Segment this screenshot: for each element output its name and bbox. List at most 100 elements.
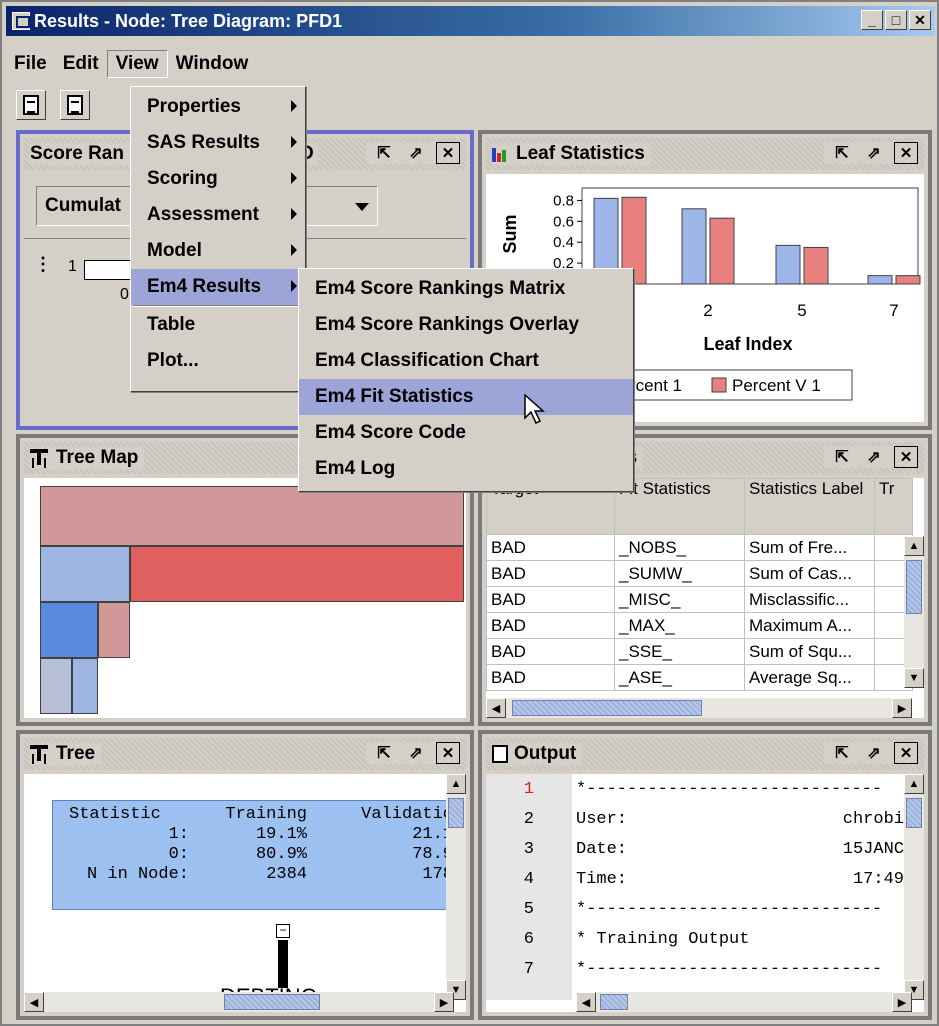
scroll-right-icon[interactable]: ▶ [892,698,912,718]
close-panel-icon[interactable]: ✕ [436,742,460,764]
minimize-button[interactable]: _ [861,10,883,30]
submenu-item-fit-statistics[interactable]: Em4 Fit Statistics [299,379,633,415]
bar [775,244,801,285]
maximize-button[interactable]: □ [885,10,907,30]
vertical-scrollbar[interactable]: ▲ ▼ [904,774,924,1000]
properties-tool-button[interactable] [16,90,46,120]
menu-item-table[interactable]: Table [131,307,305,343]
menu-view[interactable]: View [106,50,168,78]
table-row[interactable]: BAD _NOBS_ Sum of Fre... [486,534,913,561]
scroll-up-icon[interactable]: ▲ [446,774,466,794]
output-icon [492,745,508,763]
cell: BAD [486,638,615,665]
treemap-node[interactable] [98,602,130,658]
undock-icon[interactable]: ⇱ [830,446,854,468]
undock-icon[interactable]: ⇱ [830,142,854,164]
y-tick-label: 0.4 [553,234,574,251]
treemap-node[interactable] [40,546,130,602]
maximize-panel-icon[interactable]: ⇗ [404,142,428,164]
scroll-thumb[interactable] [906,798,922,828]
scroll-thumb[interactable] [600,994,628,1010]
close-button[interactable]: ✕ [909,10,931,30]
tree-row-value: 80.9% [255,845,307,864]
maximize-panel-icon[interactable]: ⇗ [862,142,886,164]
scroll-left-icon[interactable]: ◀ [24,992,44,1012]
menu-item-label: Properties [147,96,241,117]
treemap-node[interactable] [130,546,464,602]
treemap-node[interactable] [40,602,98,658]
x-tick-label: 7 [889,301,898,320]
undock-icon[interactable]: ⇱ [830,742,854,764]
tree-node[interactable]: Statistic Training Validatio 1: 19.1% 21… [52,800,453,910]
output-text[interactable]: 1 *----------------------------- 2 User: ch… [486,780,908,990]
menu-item-label: Model [147,240,202,261]
panel-title: Score Ran [30,143,124,164]
maximize-panel-icon[interactable]: ⇗ [862,742,886,764]
close-panel-icon[interactable]: ✕ [894,142,918,164]
submenu-item[interactable]: Em4 Log [299,451,633,487]
scroll-up-icon[interactable]: ▲ [904,536,924,556]
cell: _MAX_ [614,612,745,639]
undock-icon[interactable]: ⇱ [372,142,396,164]
collapse-toggle[interactable]: − [276,924,290,938]
scroll-thumb[interactable] [906,560,922,614]
tree-row-label: 0: [168,845,189,864]
scroll-left-icon[interactable]: ◀ [486,698,506,718]
horizontal-scrollbar[interactable]: ◀ ▶ [576,992,912,1012]
scroll-right-icon[interactable]: ▶ [434,992,454,1012]
menu-item-em4-results[interactable]: Em4 Results [131,269,305,305]
submenu-item[interactable]: Em4 Score Rankings Overlay [299,307,633,343]
menu-file[interactable]: File [6,51,55,77]
table-row[interactable]: BAD _SUMW_ Sum of Cas... [486,560,913,587]
menu-item-plot[interactable]: Plot... [131,343,305,379]
table-row[interactable]: BAD _ASE_ Average Sq... [486,664,913,691]
submenu-item[interactable]: Em4 Classification Chart [299,343,633,379]
maximize-panel-icon[interactable]: ⇗ [404,742,428,764]
treemap-node[interactable] [72,658,98,714]
scroll-thumb[interactable] [224,994,320,1010]
scroll-right-icon[interactable]: ▶ [892,992,912,1012]
submenu-item[interactable]: Em4 Score Rankings Matrix [299,271,633,307]
column-header[interactable]: Statistics Label [744,478,875,535]
tree-header: Statistic [69,805,161,824]
close-panel-icon[interactable]: ✕ [436,142,460,164]
treemap-root-node[interactable] [40,486,464,546]
scroll-up-icon[interactable]: ▲ [904,774,924,794]
column-header[interactable]: Tr [874,478,913,535]
undock-icon[interactable]: ⇱ [372,742,396,764]
vertical-scrollbar[interactable]: ▲ ▼ [904,536,924,688]
line-text: User: [576,810,628,829]
menu-edit[interactable]: Edit [55,51,107,77]
line-text: Time: [576,870,628,889]
table-row[interactable]: BAD _MISC_ Misclassific... [486,586,913,613]
horizontal-scrollbar[interactable]: ◀ ▶ [24,992,454,1012]
line-text: *----------------------------- [576,900,883,919]
menu-item-scoring[interactable]: Scoring [131,161,305,197]
app-icon [12,12,30,30]
menu-window[interactable]: Window [168,51,257,77]
table-row[interactable]: BAD _SSE_ Sum of Squ... [486,638,913,665]
treemap-node[interactable] [40,658,72,714]
scroll-left-icon[interactable]: ◀ [576,992,596,1012]
horizontal-scrollbar[interactable]: ◀ ▶ [486,698,912,718]
scroll-thumb[interactable] [448,798,464,828]
menu-item-model[interactable]: Model [131,233,305,269]
submenu-item[interactable]: Em4 Score Code [299,415,633,451]
vertical-scrollbar[interactable]: ▲ ▼ [446,774,466,1000]
report-tool-button[interactable] [60,90,90,120]
scroll-thumb[interactable] [512,700,702,716]
table-row[interactable]: BAD _MAX_ Maximum A... [486,612,913,639]
bar-chart-icon [492,146,510,162]
column-header[interactable]: Fit Statistics [614,478,745,535]
maximize-panel-icon[interactable]: ⇗ [862,446,886,468]
menu-item-sas-results[interactable]: SAS Results [131,125,305,161]
close-panel-icon[interactable]: ✕ [894,742,918,764]
scroll-down-icon[interactable]: ▼ [904,668,924,688]
x-tick-label: 2 [703,301,712,320]
line-text: * Training Output [576,930,750,949]
close-panel-icon[interactable]: ✕ [894,446,918,468]
menu-item-assessment[interactable]: Assessment [131,197,305,233]
fit-statistics-table: Target Fit Statistics Statistics Label T… [486,478,913,691]
menu-item-properties[interactable]: Properties [131,89,305,125]
submenu-arrow-icon [291,244,297,256]
